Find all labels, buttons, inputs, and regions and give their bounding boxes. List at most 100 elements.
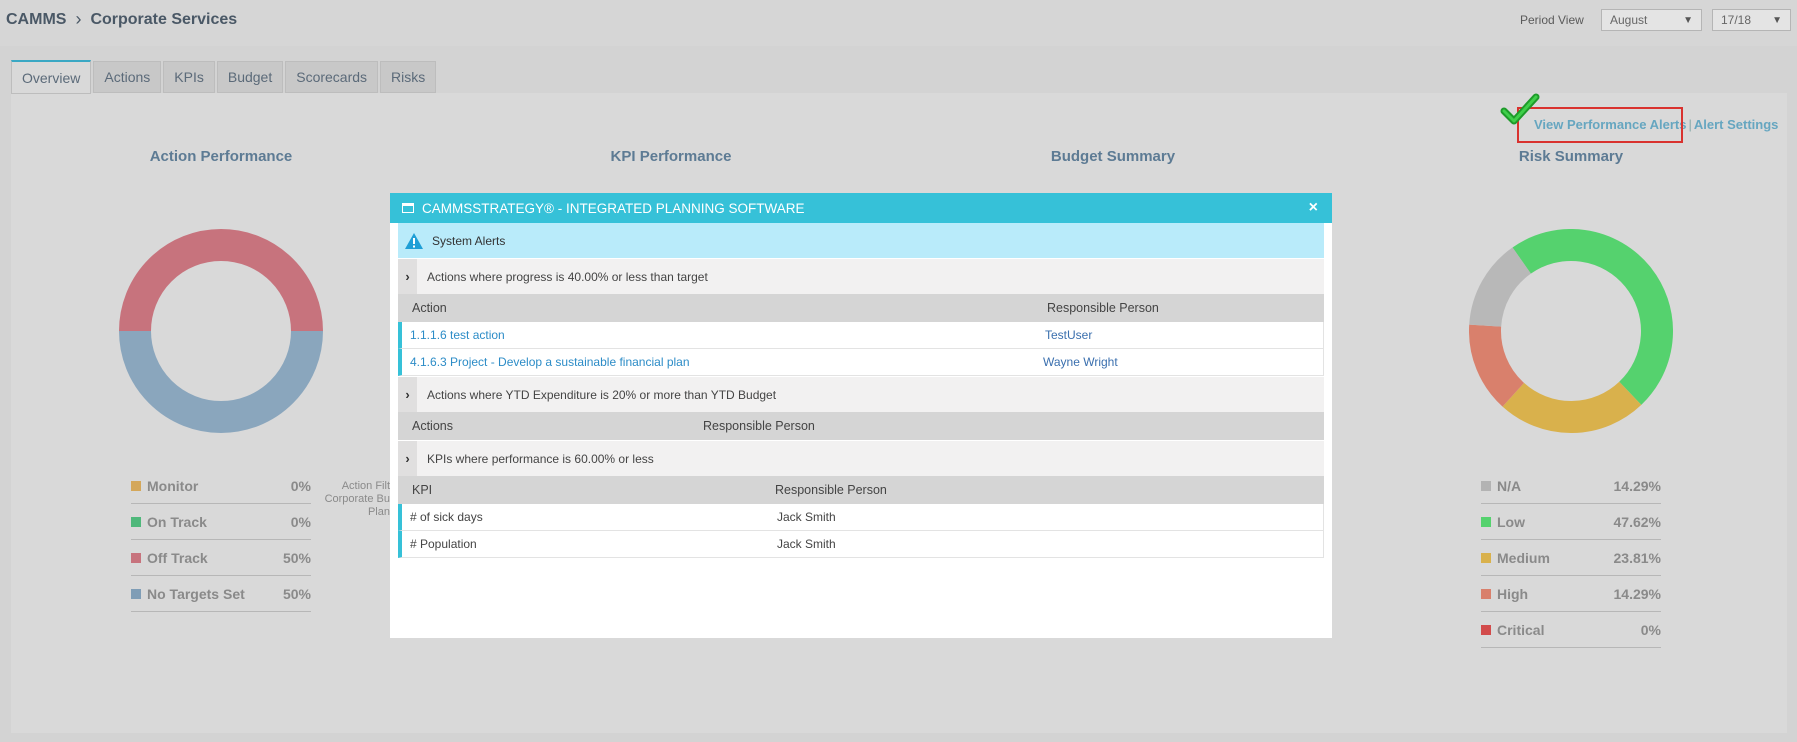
warning-icon: [405, 232, 423, 249]
modal-body: System Alerts › Actions where progress i…: [390, 223, 1332, 558]
legend-value: 0%: [1640, 621, 1661, 638]
risk-legend-na: N/A 14.29%: [1481, 468, 1661, 504]
column-header: Action: [412, 301, 447, 315]
system-alerts-label: System Alerts: [432, 233, 506, 248]
legend-label: No Targets Set: [147, 585, 245, 602]
alert-group-title: Actions where YTD Expenditure is 20% or …: [427, 387, 777, 402]
responsible-person: Jack Smith: [777, 537, 836, 551]
alert-settings-link[interactable]: Alert Settings: [1694, 117, 1779, 132]
legend-value: 50%: [282, 549, 311, 566]
table-row: 4.1.6.3 Project - Develop a sustainable …: [398, 349, 1324, 376]
table-header: Action Responsible Person: [398, 294, 1324, 322]
top-bar: CAMMS › Corporate Services Period View A…: [0, 0, 1797, 46]
modal-title: CAMMSSTRATEGY® - INTEGRATED PLANNING SOF…: [422, 200, 805, 216]
system-alerts-banner: System Alerts: [398, 223, 1324, 258]
action-link[interactable]: 1.1.1.6 test action: [410, 328, 505, 342]
legend-label: Off Track: [147, 549, 208, 566]
table-row: 1.1.1.6 test action TestUser: [398, 322, 1324, 349]
action-link[interactable]: 4.1.6.3 Project - Develop a sustainable …: [410, 355, 690, 369]
tab-overview[interactable]: Overview: [11, 60, 92, 94]
legend-value: 0%: [290, 513, 311, 530]
donut-segment-no-targets-set: [119, 330, 323, 433]
action-legend-off-track: Off Track 50%: [131, 540, 311, 576]
tab-scorecards[interactable]: Scorecards: [285, 61, 379, 93]
legend-value: 23.81%: [1613, 549, 1661, 566]
alert-group-action-progress[interactable]: › Actions where progress is 40.00% or le…: [398, 258, 1324, 295]
legend-swatch: [131, 588, 141, 599]
action-filter-line: Plan: [367, 506, 390, 518]
checkmark-icon: [1500, 93, 1540, 125]
donut-segment-medium: [1502, 381, 1642, 433]
action-legend-no-targets: No Targets Set 50%: [131, 576, 311, 612]
column-header: Responsible Person: [703, 419, 815, 433]
responsible-person-link[interactable]: Wayne Wright: [1043, 355, 1118, 369]
highlight-annotation-box: [1517, 107, 1683, 143]
chevron-right-icon[interactable]: ›: [398, 376, 417, 413]
legend-value: 47.62%: [1613, 513, 1661, 530]
alert-group-ytd-expenditure[interactable]: › Actions where YTD Expenditure is 20% o…: [398, 376, 1324, 413]
tab-budget[interactable]: Budget: [216, 61, 284, 93]
breadcrumb-current: Corporate Services: [90, 10, 238, 28]
legend-label: On Track: [147, 513, 207, 530]
period-month-value: August: [1610, 13, 1648, 27]
legend-value: 14.29%: [1613, 585, 1661, 602]
column-header: KPI: [412, 483, 433, 497]
action-performance-title: Action Performance: [149, 148, 293, 165]
chevron-right-icon[interactable]: ›: [398, 440, 417, 477]
period-year-select[interactable]: 17/18 ▼: [1712, 9, 1791, 31]
legend-swatch: [1481, 588, 1491, 599]
tab-risks[interactable]: Risks: [380, 61, 437, 93]
legend-label: Monitor: [147, 477, 199, 494]
kpi-name[interactable]: # Population: [410, 537, 477, 551]
legend-label: High: [1497, 585, 1529, 602]
alert-group-kpi-performance[interactable]: › KPIs where performance is 60.00% or le…: [398, 440, 1324, 477]
legend-swatch: [1481, 480, 1491, 491]
legend-swatch: [131, 516, 141, 527]
action-legend-on-track: On Track 0%: [131, 504, 311, 540]
legend-value: 0%: [290, 477, 311, 494]
legend-label: Medium: [1497, 549, 1550, 566]
responsible-person: Jack Smith: [777, 510, 836, 524]
risk-legend-low: Low 47.62%: [1481, 504, 1661, 540]
window-icon: [402, 203, 414, 213]
modal-header: CAMMSSTRATEGY® - INTEGRATED PLANNING SOF…: [390, 193, 1332, 223]
chevron-right-icon[interactable]: ›: [398, 258, 417, 295]
legend-swatch: [131, 552, 141, 563]
legend-label: Low: [1497, 513, 1525, 530]
chevron-right-icon: ›: [75, 9, 82, 29]
alert-group-title: KPIs where performance is 60.00% or less: [427, 451, 654, 466]
tab-kpis[interactable]: KPIs: [163, 61, 215, 93]
breadcrumb-root[interactable]: CAMMS: [6, 11, 66, 29]
period-year-value: 17/18: [1721, 13, 1752, 27]
column-header: Actions: [412, 419, 453, 433]
risk-summary-donut: [1469, 229, 1673, 433]
responsible-person-link[interactable]: TestUser: [1045, 328, 1092, 342]
action-filter-line: Corporate Bu: [324, 493, 390, 505]
legend-value: 50%: [282, 585, 311, 602]
risk-legend-critical: Critical 0%: [1481, 612, 1661, 648]
legend-swatch: [1481, 624, 1491, 635]
period-view-label: Period View: [1520, 13, 1584, 27]
system-alerts-modal: CAMMSSTRATEGY® - INTEGRATED PLANNING SOF…: [390, 193, 1332, 638]
close-icon[interactable]: ×: [1309, 199, 1318, 217]
action-legend: Monitor 0% On Track 0% Off Track 50% No Tar…: [131, 468, 311, 612]
tab-bar: Overview Actions KPIs Budget Scorecards …: [11, 60, 437, 94]
legend-swatch: [1481, 552, 1491, 563]
legend-value: 14.29%: [1613, 477, 1661, 494]
risk-legend: N/A 14.29% Low 47.62% Medium 23.81% High 14.…: [1481, 468, 1661, 648]
kpi-performance-title: KPI Performance: [610, 148, 732, 165]
breadcrumb: CAMMS › Corporate Services: [6, 9, 237, 30]
action-performance-donut: [119, 229, 323, 433]
legend-label: N/A: [1497, 477, 1522, 494]
budget-summary-title: Budget Summary: [1050, 148, 1176, 165]
table-row: # Population Jack Smith: [398, 531, 1324, 558]
donut-segment-high: [1469, 324, 1525, 407]
tab-actions[interactable]: Actions: [93, 61, 162, 93]
donut-segment-low: [1512, 229, 1673, 405]
donut-segment-off-track: [119, 229, 323, 332]
period-month-select[interactable]: August ▼: [1601, 9, 1702, 31]
kpi-name[interactable]: # of sick days: [410, 510, 483, 524]
chevron-down-icon: ▼: [1772, 14, 1782, 26]
legend-swatch: [1481, 516, 1491, 527]
alert-links-separator: |: [1688, 117, 1692, 132]
